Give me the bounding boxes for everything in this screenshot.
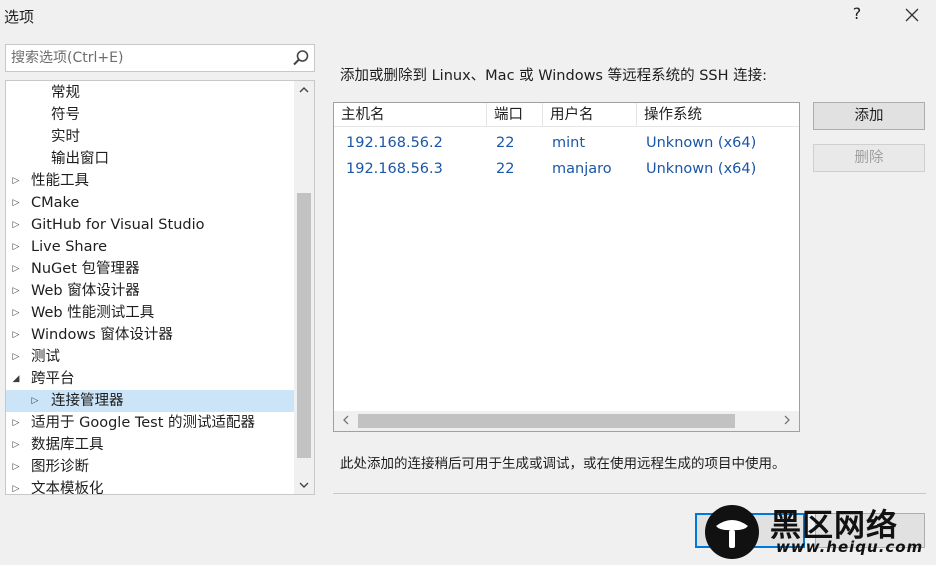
chevron-down-icon — [299, 482, 309, 488]
add-button[interactable]: 添加 — [813, 102, 925, 130]
search-input[interactable] — [6, 45, 286, 71]
scroll-up-button[interactable] — [294, 81, 314, 99]
tree-expander-icon[interactable]: ▷ — [10, 434, 22, 456]
tree-item-label: 数据库工具 — [31, 437, 104, 453]
tree-expander-icon[interactable]: ▷ — [10, 192, 22, 214]
tree-item[interactable]: ▷ NuGet 包管理器 — [6, 258, 294, 280]
list-scroll-thumb[interactable] — [358, 414, 735, 428]
scroll-right-button[interactable] — [777, 411, 797, 431]
tree-item[interactable]: ▷ 数据库工具 — [6, 434, 294, 456]
tree-expander-icon[interactable]: ▷ — [10, 346, 22, 368]
os-cell: Unknown (x64) — [646, 135, 757, 151]
tree-item-label: Windows 窗体设计器 — [31, 327, 173, 343]
tree-item-label: Live Share — [31, 239, 108, 255]
tree-expander-icon[interactable]: ▷ — [29, 390, 41, 412]
column-header-host[interactable]: 主机名 — [334, 103, 487, 127]
tree-item[interactable]: ▷ 图形诊断 — [6, 456, 294, 478]
tree-item-label: 适用于 Google Test 的测试适配器 — [31, 415, 256, 431]
tree-item[interactable]: ▷ Live Share — [6, 236, 294, 258]
footer-divider — [333, 493, 926, 494]
tree-item[interactable]: ▷ 测试 — [6, 346, 294, 368]
tree-item[interactable]: ▷ Web 窗体设计器 — [6, 280, 294, 302]
remove-button[interactable]: 删除 — [813, 144, 925, 172]
window-title: 选项 — [4, 8, 35, 26]
tree-item[interactable]: ◢ 跨平台 — [6, 368, 294, 390]
tree-item[interactable]: ▷ Web 性能测试工具 — [6, 302, 294, 324]
user-cell: mint — [552, 135, 586, 151]
tree-scroll-thumb[interactable] — [297, 193, 311, 458]
tree-expander-icon[interactable]: ▷ — [10, 302, 22, 324]
chevron-right-icon — [784, 415, 790, 425]
tree-item-label: 输出窗口 — [51, 151, 109, 167]
chevron-left-icon — [343, 415, 349, 425]
column-header-port[interactable]: 端口 — [487, 103, 543, 127]
tree-item-label: 文本模板化 — [31, 481, 104, 495]
options-tree: 常规符号实时输出窗口 ▷ 性能工具 ▷ CMake ▷ GitHub for Visual … — [5, 80, 315, 495]
host-cell: 192.168.56.3 — [346, 161, 443, 177]
tree-expander-icon[interactable]: ▷ — [10, 456, 22, 478]
tree-item[interactable]: 常规 — [6, 82, 294, 104]
scroll-left-button[interactable] — [336, 411, 356, 431]
tree-expander-icon[interactable]: ▷ — [10, 280, 22, 302]
chevron-up-icon — [299, 87, 309, 93]
tree-item[interactable]: ▷ 性能工具 — [6, 170, 294, 192]
tree-item-label: 图形诊断 — [31, 459, 89, 475]
watermark-logo — [705, 505, 759, 559]
tree-expander-icon[interactable]: ▷ — [10, 258, 22, 280]
list-item[interactable]: 192.168.56.2 22 mint Unknown (x64) — [334, 130, 799, 156]
tree-item-label: 测试 — [31, 349, 60, 365]
footer-note: 此处添加的连接稍后可用于生成或调试，或在使用远程生成的项目中使用。 — [340, 456, 786, 472]
tree-item-label: Web 性能测试工具 — [31, 305, 155, 321]
host-cell: 192.168.56.2 — [346, 135, 443, 151]
connections-list[interactable]: 主机名 端口 用户名 操作系统 192.168.56.2 22 mint Unknow… — [333, 102, 800, 432]
tree-item-label: 符号 — [51, 107, 80, 123]
tree-expander-icon[interactable]: ▷ — [10, 236, 22, 258]
tree-expander-icon[interactable]: ▷ — [10, 412, 22, 434]
tree-expander-icon[interactable]: ▷ — [10, 478, 22, 494]
tree-item[interactable]: ▷ GitHub for Visual Studio — [6, 214, 294, 236]
close-icon — [905, 8, 919, 22]
tree-item[interactable]: ▷ 适用于 Google Test 的测试适配器 — [6, 412, 294, 434]
tree-item-label: 实时 — [51, 129, 80, 145]
tree-expander-icon[interactable]: ▷ — [10, 324, 22, 346]
scroll-down-button[interactable] — [294, 476, 314, 494]
title-bar: 选项 ? — [0, 0, 936, 34]
tree-item-label: CMake — [31, 195, 80, 211]
close-button[interactable] — [902, 4, 922, 26]
tree-item[interactable]: 输出窗口 — [6, 148, 294, 170]
tree-item-label: 跨平台 — [31, 371, 75, 387]
tree-expander-icon[interactable]: ▷ — [10, 214, 22, 236]
column-header-user[interactable]: 用户名 — [543, 103, 637, 127]
os-cell: Unknown (x64) — [646, 161, 757, 177]
tree-expander-icon[interactable]: ▷ — [10, 170, 22, 192]
tree-item-label: GitHub for Visual Studio — [31, 217, 205, 233]
tree-item[interactable]: ▷ 连接管理器 — [6, 390, 294, 412]
column-header-os[interactable]: 操作系统 — [637, 103, 799, 127]
search-box — [5, 44, 315, 72]
search-icon[interactable] — [292, 49, 310, 67]
tree-item[interactable]: 实时 — [6, 126, 294, 148]
tree-expander-icon[interactable]: ◢ — [10, 368, 22, 390]
tree-item-label: 常规 — [51, 85, 80, 101]
watermark: 黑区网络 www.heiqu.com — [696, 498, 936, 565]
tree-item[interactable]: ▷ CMake — [6, 192, 294, 214]
watermark-url: www.heiqu.com — [776, 538, 924, 556]
list-item[interactable]: 192.168.56.3 22 manjaro Unknown (x64) — [334, 156, 799, 182]
tree-vertical-scrollbar[interactable] — [294, 81, 314, 494]
tree-item[interactable]: ▷ Windows 窗体设计器 — [6, 324, 294, 346]
user-cell: manjaro — [552, 161, 612, 177]
help-button[interactable]: ? — [849, 4, 865, 23]
description-text: 添加或删除到 Linux、Mac 或 Windows 等远程系统的 SSH 连接… — [340, 68, 768, 84]
tree-item-label: 性能工具 — [31, 173, 89, 189]
tree-item[interactable]: 符号 — [6, 104, 294, 126]
tree-item-label: 连接管理器 — [51, 393, 124, 409]
tree-item-label: NuGet 包管理器 — [31, 261, 140, 277]
list-horizontal-scrollbar[interactable] — [334, 411, 799, 431]
list-header: 主机名 端口 用户名 操作系统 — [334, 103, 799, 127]
port-cell: 22 — [496, 161, 515, 177]
tree-item-label: Web 窗体设计器 — [31, 283, 140, 299]
tree-item[interactable]: ▷ 文本模板化 — [6, 478, 294, 495]
port-cell: 22 — [496, 135, 515, 151]
